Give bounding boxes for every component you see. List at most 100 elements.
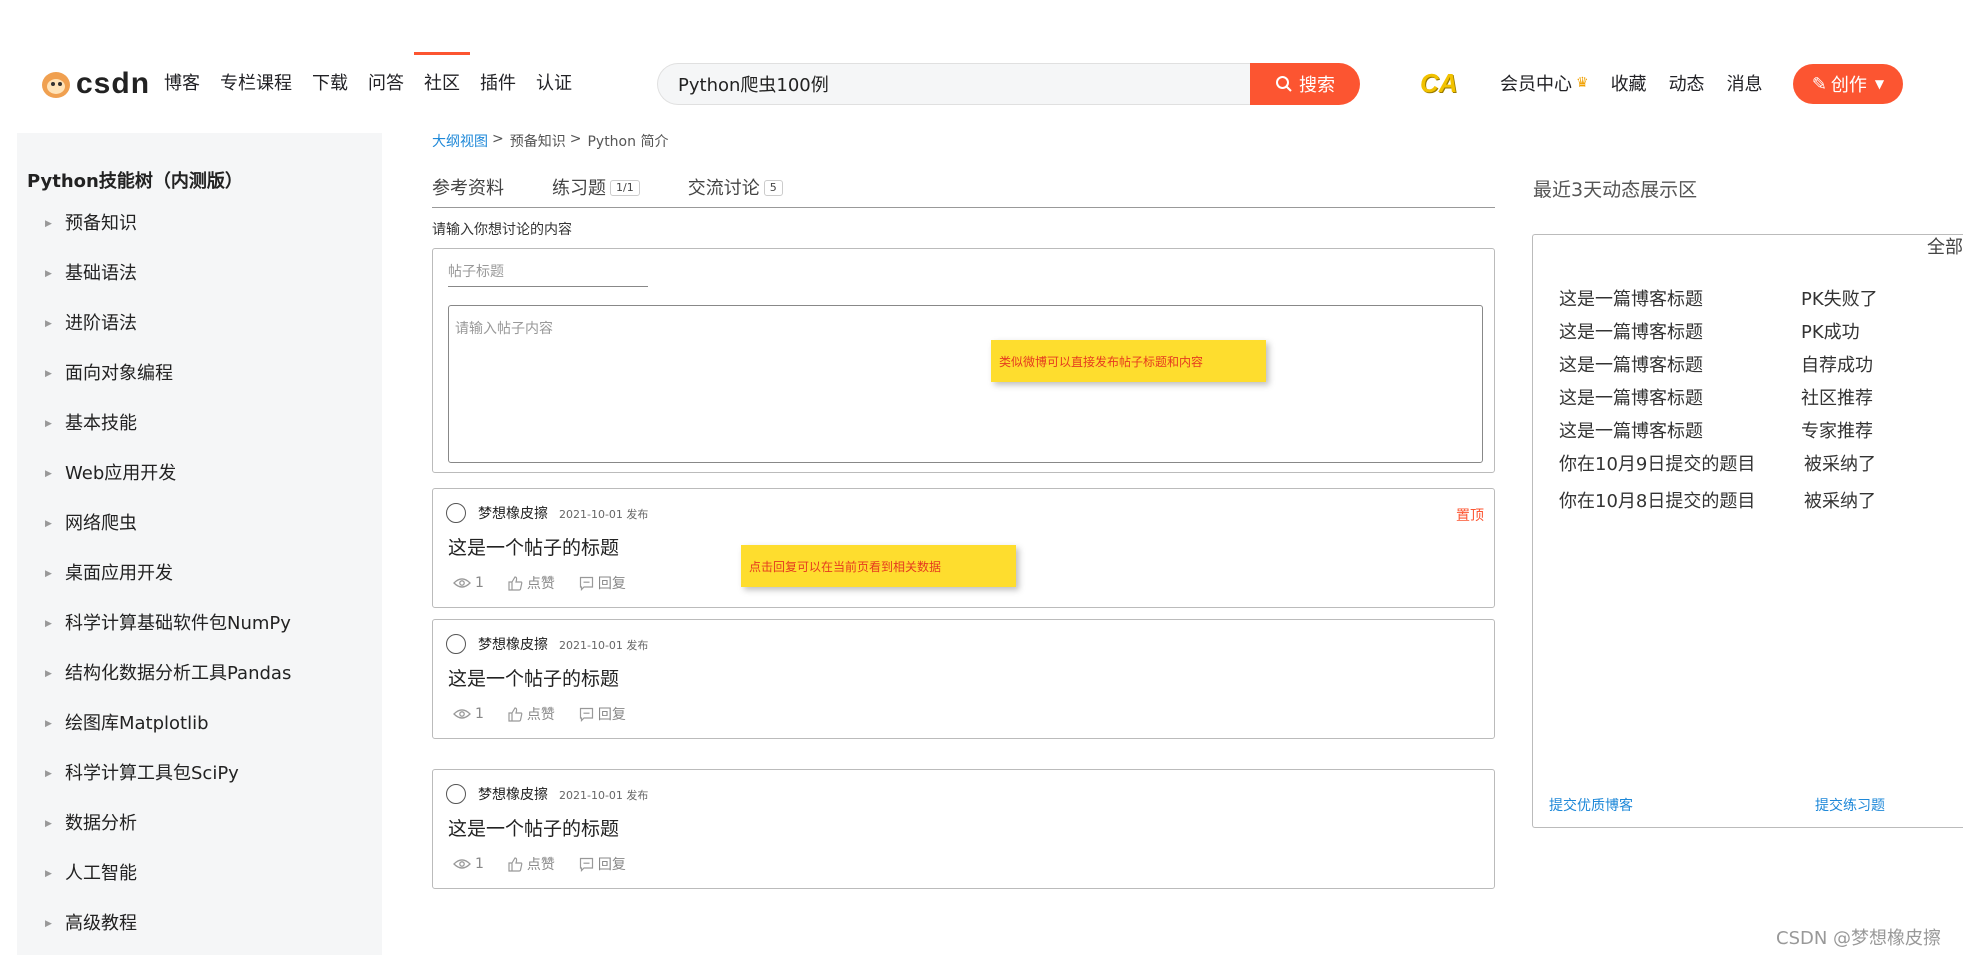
tree-item-crawler[interactable]: ▶ 网络爬虫 bbox=[17, 513, 382, 563]
post-author[interactable]: 梦想橡皮擦 bbox=[478, 503, 548, 523]
logo-text: csdn bbox=[76, 67, 151, 100]
post-card[interactable]: 梦想橡皮擦 2021-10-01 发布 这是一个帖子的标题 1 点赞 回复 bbox=[432, 619, 1495, 739]
create-button[interactable]: ✎ 创作 ▼ bbox=[1793, 64, 1903, 104]
nav-courses[interactable]: 专栏课程 bbox=[220, 68, 292, 100]
nav-qa[interactable]: 问答 bbox=[368, 68, 404, 100]
post-card[interactable]: 梦想橡皮擦 2021-10-01 发布 这是一个帖子的标题 1 点赞 回复 bbox=[432, 769, 1495, 889]
submit-blog-link[interactable]: 提交优质博客 bbox=[1549, 795, 1633, 815]
mascot-icon bbox=[40, 69, 72, 99]
member-center-link[interactable]: 会员中心 ♛ bbox=[1500, 70, 1589, 96]
caret-right-icon: ▶ bbox=[45, 869, 52, 879]
breadcrumb-current: Python 简介 bbox=[587, 134, 669, 150]
like-button[interactable]: 点赞 bbox=[508, 704, 555, 724]
post-author[interactable]: 梦想橡皮擦 bbox=[478, 634, 548, 654]
main-nav: 博客 专栏课程 下载 问答 社区 插件 认证 bbox=[164, 52, 592, 100]
search-input[interactable] bbox=[657, 63, 1257, 105]
tab-reference[interactable]: 参考资料 bbox=[432, 174, 504, 207]
top-navbar: csdn 博客 专栏课程 下载 问答 社区 插件 认证 搜索 CA 会员中心♛ … bbox=[0, 0, 1963, 128]
post-title[interactable]: 这是一个帖子的标题 bbox=[448, 664, 619, 691]
submit-exercise-link[interactable]: 提交练习题 bbox=[1815, 795, 1885, 815]
breadcrumb-separator: > bbox=[569, 131, 582, 147]
tree-item-desktop-dev[interactable]: ▶ 桌面应用开发 bbox=[17, 563, 382, 613]
caret-right-icon: ▶ bbox=[45, 419, 52, 429]
reply-button[interactable]: 回复 bbox=[579, 854, 626, 874]
breadcrumb: 大纲视图 > 预备知识 > Python 简介 bbox=[432, 131, 668, 151]
post-author[interactable]: 梦想橡皮擦 bbox=[478, 784, 548, 804]
tree-item-ai[interactable]: ▶ 人工智能 bbox=[17, 863, 382, 913]
caret-right-icon: ▶ bbox=[45, 519, 52, 529]
caret-right-icon: ▶ bbox=[45, 769, 52, 779]
csdn-logo[interactable]: csdn bbox=[40, 66, 150, 102]
caret-right-icon: ▶ bbox=[45, 919, 52, 929]
watermark: CSDN @梦想橡皮擦 bbox=[1776, 928, 1942, 949]
tree-item-numpy[interactable]: ▶ 科学计算基础软件包NumPy bbox=[17, 613, 382, 663]
pinned-badge: 置顶 bbox=[1456, 508, 1484, 524]
tree-item-advanced-tutorial[interactable]: ▶ 高级教程 bbox=[17, 913, 382, 955]
new-post-form bbox=[432, 248, 1495, 473]
caret-right-icon: ▶ bbox=[45, 319, 52, 329]
avatar[interactable] bbox=[446, 634, 466, 654]
caret-right-icon: ▶ bbox=[45, 269, 52, 279]
tree-item-scipy[interactable]: ▶ 科学计算工具包SciPy bbox=[17, 763, 382, 813]
nav-community[interactable]: 社区 bbox=[414, 52, 470, 100]
post-title-input[interactable] bbox=[448, 257, 648, 287]
reply-button[interactable]: 回复 bbox=[579, 704, 626, 724]
tree-item-web-dev[interactable]: ▶ Web应用开发 bbox=[17, 463, 382, 513]
caret-right-icon: ▶ bbox=[45, 619, 52, 629]
breadcrumb-outline[interactable]: 大纲视图 bbox=[432, 131, 488, 151]
breadcrumb-prerequisites[interactable]: 预备知识 bbox=[510, 131, 566, 151]
tree-item-basic-skills[interactable]: ▶ 基本技能 bbox=[17, 413, 382, 463]
page: csdn 博客 专栏课程 下载 问答 社区 插件 认证 搜索 CA 会员中心♛ … bbox=[0, 0, 1963, 955]
caret-right-icon: ▶ bbox=[45, 369, 52, 379]
pen-icon: ✎ bbox=[1811, 73, 1827, 95]
post-title[interactable]: 这是一个帖子的标题 bbox=[448, 814, 619, 841]
exercises-count-badge: 1/1 bbox=[610, 180, 640, 196]
nav-download[interactable]: 下载 bbox=[312, 68, 348, 100]
tree-item-basic-syntax[interactable]: ▶ 基础语法 bbox=[17, 263, 382, 313]
avatar[interactable] bbox=[446, 503, 466, 523]
tree-item-prerequisites[interactable]: ▶ 预备知识 bbox=[17, 213, 382, 263]
reply-button[interactable]: 回复 bbox=[579, 573, 626, 593]
tree-item-oop[interactable]: ▶ 面向对象编程 bbox=[17, 363, 382, 413]
caret-right-icon: ▶ bbox=[45, 219, 52, 229]
skill-tree-title: Python技能树（内测版） bbox=[27, 171, 243, 192]
recent-activity-panel: 全部 这是一篇博客标题 PK失败了 这是一篇博客标题 PK成功 这是一篇博客标题… bbox=[1532, 234, 1963, 828]
crown-icon: ♛ bbox=[1576, 75, 1589, 91]
tree-item-matplotlib[interactable]: ▶ 绘图库Matplotlib bbox=[17, 713, 382, 763]
like-button[interactable]: 点赞 bbox=[508, 854, 555, 874]
search-button-label: 搜索 bbox=[1299, 75, 1335, 96]
thumbs-up-icon bbox=[508, 706, 523, 722]
discussion-count-badge: 5 bbox=[763, 180, 783, 196]
activity-link[interactable]: 动态 bbox=[1669, 70, 1705, 96]
search-button[interactable]: 搜索 bbox=[1250, 63, 1360, 105]
post-content-textarea[interactable] bbox=[448, 305, 1483, 463]
ca-badge-icon[interactable]: CA bbox=[1420, 68, 1458, 99]
nav-plugins[interactable]: 插件 bbox=[480, 68, 516, 100]
user-links: 会员中心 ♛ 收藏 动态 消息 bbox=[1500, 70, 1785, 96]
caret-right-icon: ▶ bbox=[45, 719, 52, 729]
nav-certification[interactable]: 认证 bbox=[536, 68, 572, 100]
nav-blog[interactable]: 博客 bbox=[164, 68, 200, 100]
eye-icon bbox=[453, 709, 471, 719]
tree-item-pandas[interactable]: ▶ 结构化数据分析工具Pandas bbox=[17, 663, 382, 713]
thumbs-up-icon bbox=[508, 856, 523, 872]
post-actions: 1 点赞 回复 bbox=[453, 704, 650, 724]
thumbs-up-icon bbox=[508, 575, 523, 591]
caret-right-icon: ▶ bbox=[45, 819, 52, 829]
eye-icon bbox=[453, 578, 471, 588]
tree-item-data-analysis[interactable]: ▶ 数据分析 bbox=[17, 813, 382, 863]
post-date: 2021-10-01 发布 bbox=[559, 508, 649, 521]
views-count: 1 bbox=[453, 575, 484, 591]
tree-item-advanced-syntax[interactable]: ▶ 进阶语法 bbox=[17, 313, 382, 363]
like-button[interactable]: 点赞 bbox=[508, 573, 555, 593]
favorites-link[interactable]: 收藏 bbox=[1611, 70, 1647, 96]
messages-link[interactable]: 消息 bbox=[1727, 70, 1763, 96]
avatar[interactable] bbox=[446, 784, 466, 804]
tab-exercises[interactable]: 练习题 1/1 bbox=[552, 174, 640, 207]
post-title[interactable]: 这是一个帖子的标题 bbox=[448, 533, 619, 560]
tab-discussion[interactable]: 交流讨论 5 bbox=[688, 174, 783, 207]
form-annotation-note: 类似微博可以直接发布帖子标题和内容 bbox=[991, 340, 1266, 382]
views-count: 1 bbox=[453, 706, 484, 722]
view-all-link[interactable]: 全部 bbox=[1927, 233, 1963, 259]
views-count: 1 bbox=[453, 856, 484, 872]
